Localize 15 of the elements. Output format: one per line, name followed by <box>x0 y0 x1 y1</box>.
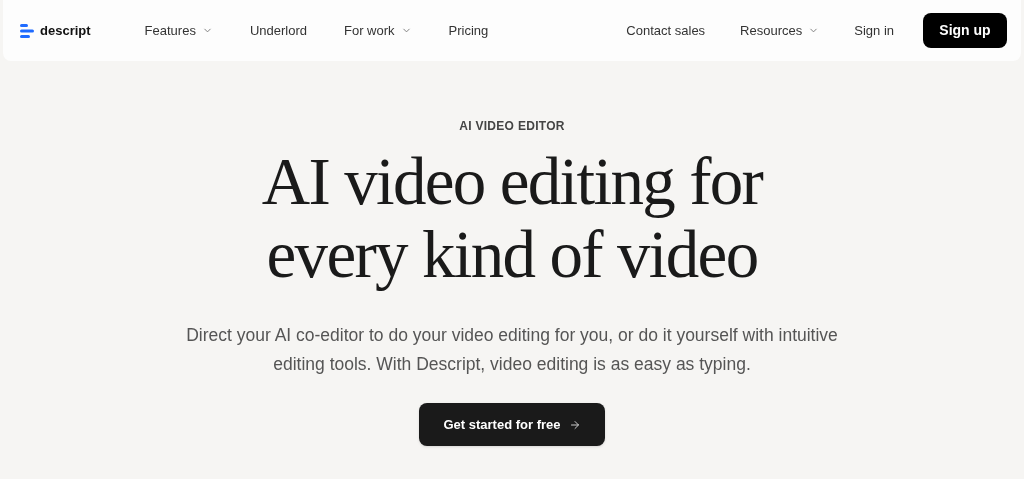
logo-link[interactable]: descript <box>20 20 91 41</box>
nav-link[interactable]: Sign in <box>854 20 894 41</box>
nav-link[interactable]: Underlord <box>249 20 307 41</box>
sign-up-button[interactable]: Sign up <box>923 13 1007 48</box>
arrow-right-icon <box>568 418 581 431</box>
logo-icon <box>20 23 34 38</box>
hero-heading: AI video editing for every kind of video <box>260 145 764 291</box>
hero-description: Direct your AI co-editor to do your video editing for you, or do it yourself with intuitive editing tools. With Descript, video editing is as easy as typing. <box>185 324 839 376</box>
nav-menu[interactable]: Resources <box>740 20 820 41</box>
nav-menu[interactable]: For work <box>344 20 412 41</box>
nav-menu[interactable]: Features <box>144 20 213 41</box>
eyebrow-label: AI VIDEO EDITOR <box>459 118 565 135</box>
nav-link[interactable]: Contact sales <box>626 20 706 41</box>
nav-link[interactable]: Pricing <box>448 20 489 41</box>
get-started-button[interactable]: Get started for free <box>419 403 605 446</box>
